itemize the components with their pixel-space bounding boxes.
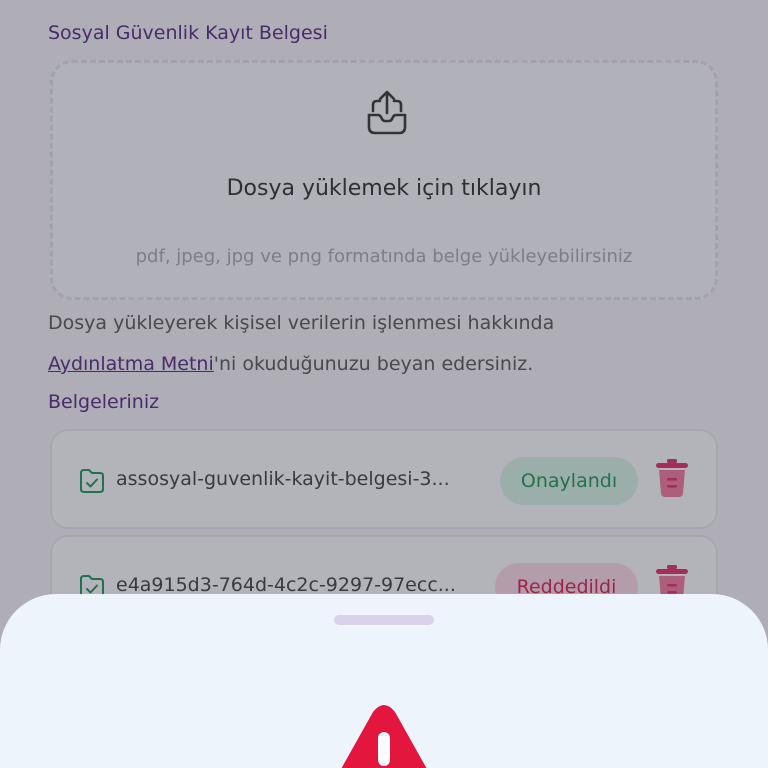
bottom-sheet	[0, 594, 768, 768]
drag-handle[interactable]	[334, 615, 434, 625]
warning-icon	[341, 705, 427, 768]
